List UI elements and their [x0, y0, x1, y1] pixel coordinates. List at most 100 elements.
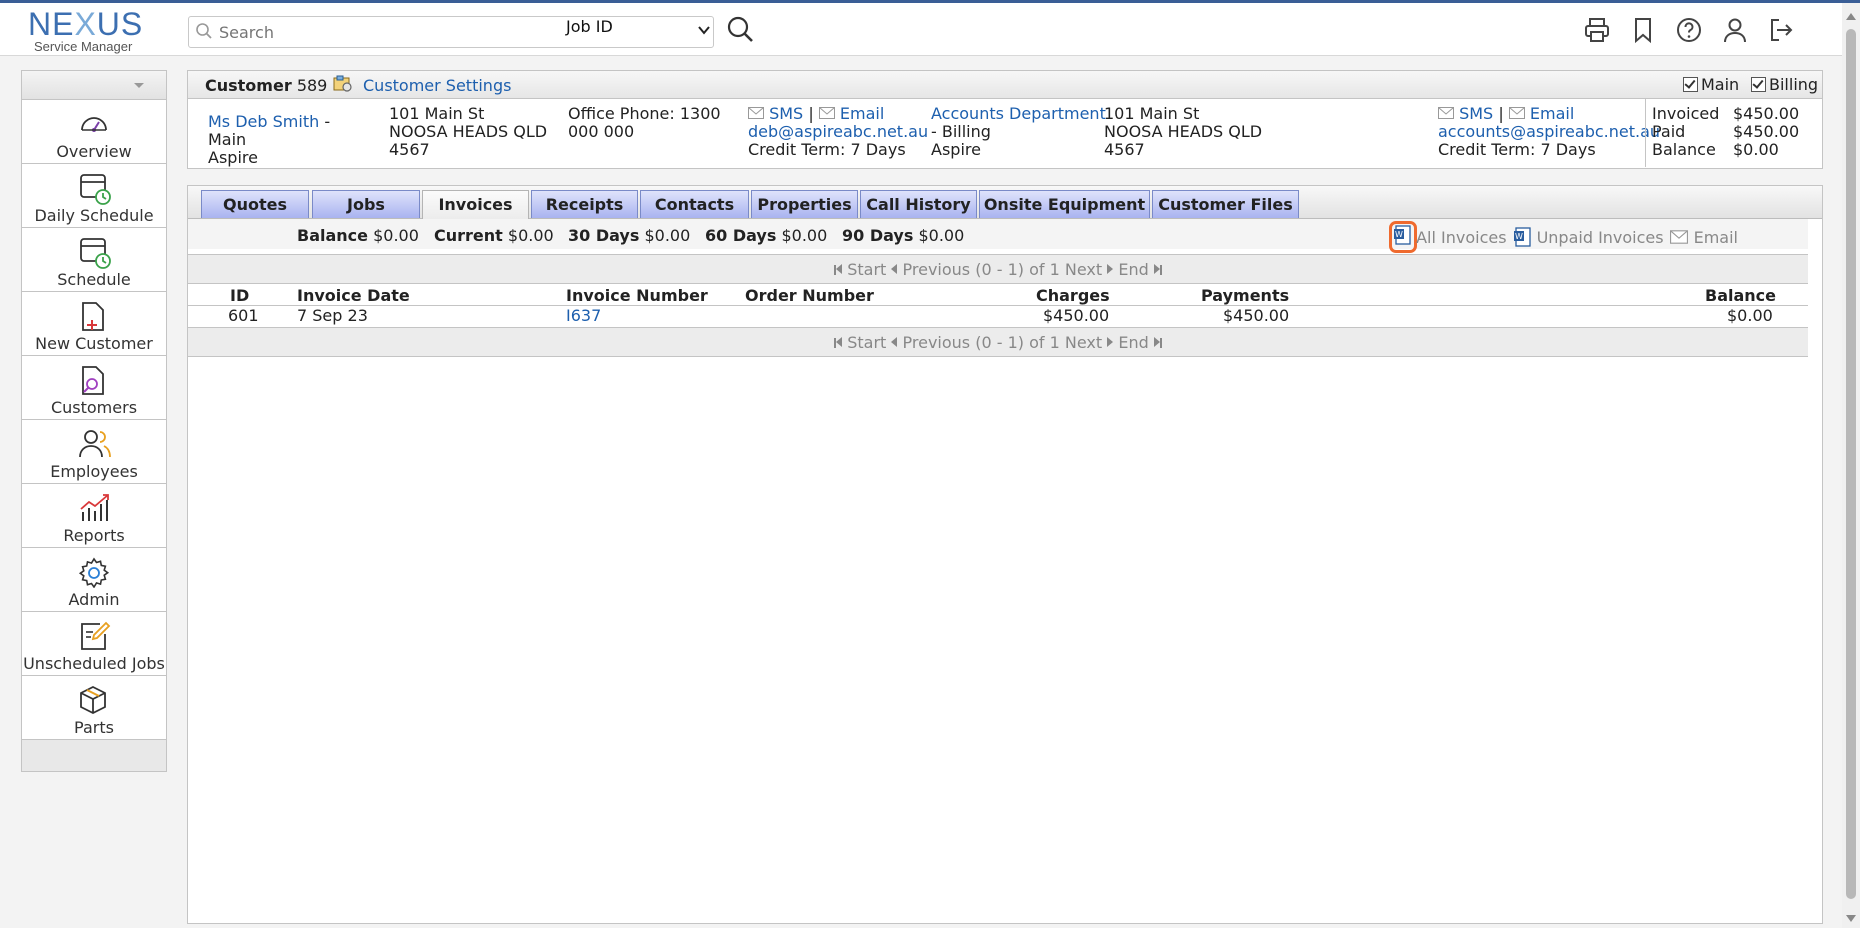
- mail-icon: [1508, 107, 1525, 119]
- previous-icon[interactable]: [891, 264, 898, 274]
- billing-checkbox[interactable]: Billing: [1751, 75, 1818, 94]
- checkbox-checked[interactable]: [1683, 77, 1698, 92]
- tab-contacts[interactable]: Contacts: [640, 190, 749, 218]
- sidebar-item-admin[interactable]: Admin: [22, 548, 166, 612]
- col-invoice-date[interactable]: Invoice Date: [297, 286, 410, 305]
- main-sms-link[interactable]: SMS: [769, 104, 803, 123]
- sidebar-item-reports[interactable]: Reports: [22, 484, 166, 548]
- all-invoices-link[interactable]: All Invoices: [1416, 228, 1506, 247]
- sidebar-item-daily-schedule[interactable]: Daily Schedule: [22, 164, 166, 228]
- file-plus-icon: [82, 302, 104, 331]
- main-contact-actions: SMS | Email deb@aspireabc.net.au Credit …: [748, 104, 929, 159]
- search-input[interactable]: [217, 20, 541, 44]
- pager-range: (0 - 1) of 1: [975, 260, 1060, 279]
- sidebar-item-unscheduled-jobs[interactable]: Unscheduled Jobs: [22, 612, 166, 676]
- col-order-number[interactable]: Order Number: [745, 286, 874, 305]
- tab-quotes[interactable]: Quotes: [201, 190, 309, 218]
- search-bar: [188, 16, 714, 48]
- first-page-icon[interactable]: [836, 337, 843, 347]
- page-scrollbar[interactable]: [1842, 3, 1860, 928]
- app-header: NEXUS Service Manager Job ID: [0, 3, 1842, 56]
- next-icon[interactable]: [1107, 264, 1114, 274]
- main-checkbox[interactable]: Main: [1683, 75, 1739, 94]
- sidebar-item-label: Employees: [50, 462, 138, 481]
- sidebar-item-new-customer[interactable]: New Customer: [22, 292, 166, 356]
- first-page-icon[interactable]: [836, 264, 843, 274]
- print-icon[interactable]: [1580, 13, 1614, 47]
- tab-call-history[interactable]: Call History: [860, 190, 977, 218]
- customer-id: 589: [296, 76, 328, 95]
- pager-next[interactable]: Next: [1065, 260, 1102, 279]
- col-charges[interactable]: Charges: [1036, 286, 1110, 305]
- scroll-up-arrow[interactable]: [1846, 13, 1856, 20]
- scroll-thumb[interactable]: [1846, 29, 1856, 899]
- logout-icon[interactable]: [1764, 13, 1798, 47]
- search-type-select[interactable]: Job ID: [566, 17, 613, 36]
- pager-previous[interactable]: Previous: [903, 333, 971, 352]
- billing-contact-link[interactable]: Accounts Department: [931, 104, 1106, 123]
- tab-invoices[interactable]: Invoices: [422, 190, 529, 219]
- sidebar-collapse-bar[interactable]: [22, 71, 166, 100]
- pager-start[interactable]: Start: [847, 333, 886, 352]
- billing-email-address[interactable]: accounts@aspireabc.net.au: [1438, 122, 1660, 141]
- col-balance[interactable]: Balance: [1705, 286, 1776, 305]
- pager-next[interactable]: Next: [1065, 333, 1102, 352]
- word-doc-icon[interactable]: W: [1513, 227, 1533, 247]
- table-row[interactable]: 601 7 Sep 23 I637 $450.00 $450.00 $0.00: [188, 306, 1808, 325]
- sidebar-item-label: Unscheduled Jobs: [23, 654, 165, 673]
- aging-balance: Balance $0.00: [297, 226, 419, 245]
- edit-note-icon: [81, 621, 111, 650]
- customer-settings-icon[interactable]: [333, 75, 353, 93]
- sidebar-item-label: Admin: [68, 590, 120, 609]
- sidebar-item-customers[interactable]: Customers: [22, 356, 166, 420]
- cell-payments: $450.00: [1223, 306, 1290, 325]
- col-id[interactable]: ID: [230, 286, 249, 305]
- invoice-table-header: ID Invoice Date Invoice Number Order Num…: [188, 286, 1808, 306]
- tab-receipts[interactable]: Receipts: [531, 190, 638, 218]
- email-invoices-link[interactable]: Email: [1694, 228, 1738, 247]
- main-credit-term: Credit Term: 7 Days: [748, 140, 906, 159]
- balance-total: $0.00: [1733, 140, 1779, 159]
- unpaid-invoices-link[interactable]: Unpaid Invoices: [1537, 228, 1664, 247]
- checkbox-checked[interactable]: [1751, 77, 1766, 92]
- pager-previous[interactable]: Previous: [903, 260, 971, 279]
- mail-icon[interactable]: [1669, 230, 1688, 244]
- aging-current: Current $0.00: [434, 226, 554, 245]
- billing-sms-link[interactable]: SMS: [1459, 104, 1493, 123]
- pager-end[interactable]: End: [1118, 333, 1148, 352]
- main-contact-link[interactable]: Ms Deb Smith: [208, 112, 319, 131]
- customer-settings-link[interactable]: Customer Settings: [363, 76, 511, 95]
- tab-properties[interactable]: Properties: [751, 190, 858, 218]
- sidebar-item-parts[interactable]: Parts: [22, 676, 166, 740]
- sidebar-item-employees[interactable]: Employees: [22, 420, 166, 484]
- gear-icon: [78, 557, 110, 588]
- billing-email-link[interactable]: Email: [1530, 104, 1574, 123]
- col-payments[interactable]: Payments: [1201, 286, 1289, 305]
- nexus-logo[interactable]: NEXUS Service Manager: [28, 8, 158, 54]
- col-invoice-number[interactable]: Invoice Number: [566, 286, 708, 305]
- sidebar-item-schedule[interactable]: Schedule: [22, 228, 166, 292]
- user-icon[interactable]: [1718, 13, 1752, 47]
- next-icon[interactable]: [1107, 337, 1114, 347]
- main-email-address[interactable]: deb@aspireabc.net.au: [748, 122, 928, 141]
- billing-contact-actions: SMS | Email accounts@aspireabc.net.au Cr…: [1438, 104, 1661, 159]
- sidebar-item-overview[interactable]: Overview: [22, 100, 166, 164]
- previous-icon[interactable]: [891, 337, 898, 347]
- tab-customer-files[interactable]: Customer Files: [1152, 190, 1299, 218]
- word-doc-icon[interactable]: W: [1393, 225, 1413, 245]
- pager-range: (0 - 1) of 1: [975, 333, 1060, 352]
- caret-down-icon[interactable]: [134, 83, 144, 88]
- pager-start[interactable]: Start: [847, 260, 886, 279]
- pager-end[interactable]: End: [1118, 260, 1148, 279]
- invoice-number-link[interactable]: I637: [566, 306, 601, 325]
- tab-jobs[interactable]: Jobs: [312, 190, 420, 218]
- mail-icon: [818, 107, 835, 119]
- bookmark-icon[interactable]: [1626, 13, 1660, 47]
- tab-onsite-equipment[interactable]: Onsite Equipment: [979, 190, 1150, 218]
- scroll-down-arrow[interactable]: [1846, 915, 1856, 922]
- all-invoices-icon-wrap[interactable]: W: [1389, 221, 1418, 253]
- help-icon[interactable]: [1672, 13, 1706, 47]
- chevron-down-icon[interactable]: [697, 23, 711, 37]
- main-email-link[interactable]: Email: [840, 104, 884, 123]
- search-button-icon[interactable]: [726, 15, 756, 45]
